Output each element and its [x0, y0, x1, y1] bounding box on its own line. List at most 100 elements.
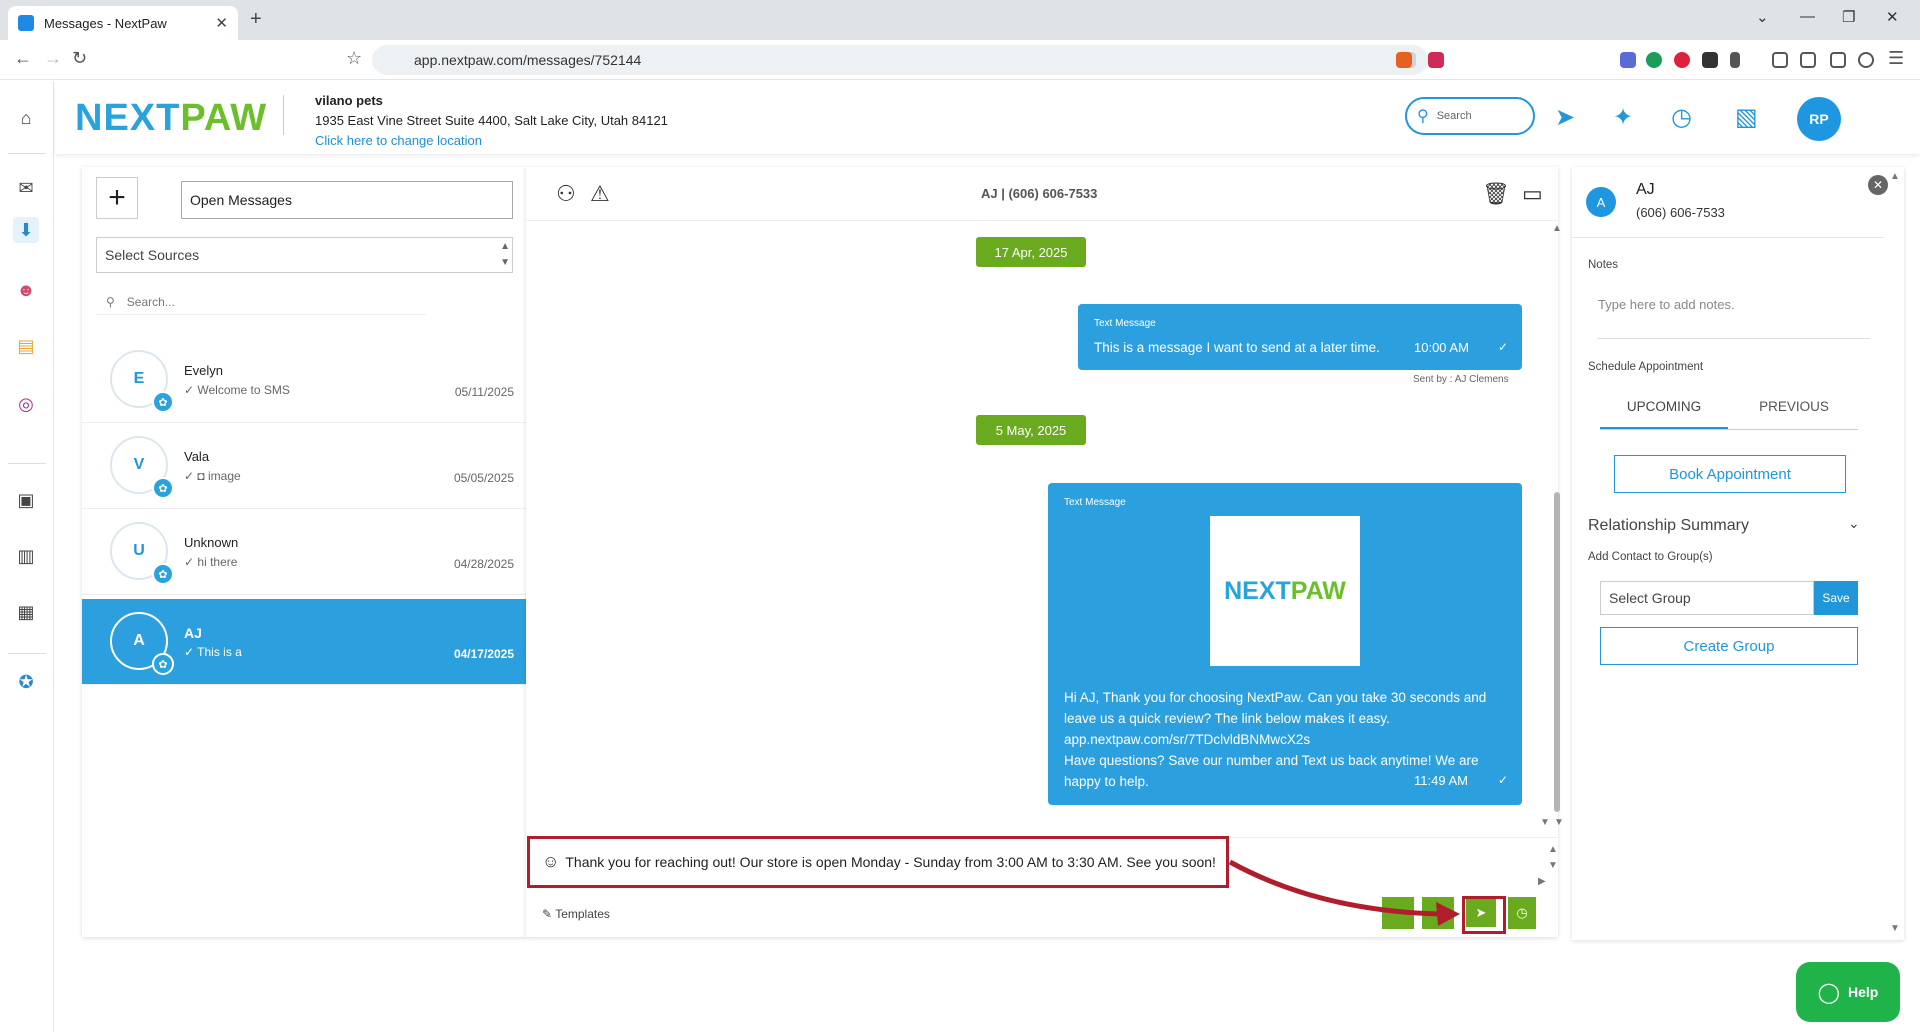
assign-user-icon[interactable]: ⚇	[556, 181, 576, 207]
new-tab-icon[interactable]: +	[250, 8, 262, 31]
book-appointment-button[interactable]: Book Appointment	[1614, 455, 1846, 493]
new-message-button[interactable]: +	[96, 177, 138, 219]
wallet-icon[interactable]	[1830, 52, 1846, 68]
message-bubble[interactable]: Text Message NEXT PAW Hi AJ, Thank you fo…	[1048, 483, 1522, 805]
clock-icon[interactable]: ◷	[1671, 103, 1692, 132]
message-bubble[interactable]: Text Message This is a message I want to…	[1078, 304, 1522, 370]
home-icon[interactable]: ⌂	[13, 105, 39, 131]
campaigns-icon[interactable]: ◎	[13, 391, 39, 417]
scroll-down-icon[interactable]: ▼	[1540, 817, 1550, 828]
calendar-icon[interactable]: ▤	[13, 333, 39, 359]
minimize-icon[interactable]: —	[1800, 8, 1815, 25]
reload-icon[interactable]: ↻	[72, 48, 87, 69]
tab-search-icon[interactable]: ⌄	[1756, 8, 1769, 26]
send-icon[interactable]: ➤	[1555, 103, 1575, 132]
attach-button[interactable]	[1382, 897, 1414, 929]
conversation-item[interactable]: U ✿ Unknown ✓ hi there 04/28/2025	[82, 509, 526, 595]
conversation-search-placeholder: Search...	[126, 294, 175, 309]
vpn-icon[interactable]	[1858, 52, 1874, 68]
contact-card-icon[interactable]: ▭	[1522, 181, 1543, 207]
chevron-down-icon[interactable]: ⌄	[1848, 515, 1860, 532]
conversation-item[interactable]: E ✿ Evelyn ✓ Welcome to SMS 05/11/2025	[82, 337, 526, 423]
updown-arrows-icon: ▲ ▼	[500, 241, 510, 268]
templates-button[interactable]: ✎ Templates	[542, 907, 610, 921]
relationship-summary-toggle[interactable]: Relationship Summary	[1588, 517, 1749, 535]
composer-scroll-up-icon[interactable]: ▲	[1548, 844, 1558, 855]
notes-input[interactable]: Type here to add notes.	[1598, 297, 1870, 339]
change-location-link[interactable]: Click here to change location	[315, 133, 482, 148]
menu-icon[interactable]: ☰	[1888, 48, 1904, 69]
brave-rewards-icon[interactable]	[1428, 52, 1444, 68]
extension-icon-s[interactable]	[1702, 52, 1718, 68]
conversation-item[interactable]: V ✿ Vala ✓ ◘ image 05/05/2025	[82, 423, 526, 509]
nextpaw-logo[interactable]: NEXTPAW	[75, 97, 267, 140]
delete-icon[interactable]: 🗑	[1482, 181, 1510, 207]
tab-upcoming[interactable]: UPCOMING	[1600, 399, 1728, 429]
save-group-button[interactable]: Save	[1814, 581, 1858, 615]
message-image[interactable]: NEXT PAW	[1210, 516, 1360, 666]
restore-icon[interactable]: ❐	[1842, 8, 1855, 26]
scroll-up-icon[interactable]: ▲	[1552, 223, 1562, 234]
logo-paw-text: PAW	[180, 97, 268, 139]
warning-icon[interactable]: ⚠	[590, 181, 610, 207]
reports-icon[interactable]: ▥	[13, 543, 39, 569]
close-tab-icon[interactable]: ✕	[215, 14, 228, 32]
browser-tab[interactable]: Messages - NextPaw ✕	[8, 6, 238, 40]
grammarly-icon[interactable]	[1646, 52, 1662, 68]
chat-bubble-icon: ◯	[1817, 981, 1841, 1004]
payments-icon[interactable]: ▣	[13, 487, 39, 513]
user-avatar[interactable]: RP	[1797, 97, 1841, 141]
back-icon[interactable]: ←	[14, 48, 32, 69]
extensions-puzzle-icon[interactable]	[1772, 52, 1788, 68]
conversation-date: 05/11/2025	[454, 385, 514, 399]
messages-icon[interactable]: ✉	[13, 175, 39, 201]
conversation-item-active[interactable]: A ✿ AJ ✓ This is a 04/17/2025	[82, 599, 526, 685]
message-time: 10:00 AM	[1414, 340, 1469, 355]
conversation-search-input[interactable]: ⚲ Search...	[96, 289, 426, 315]
schedule-send-button[interactable]: ◷	[1508, 897, 1536, 929]
inbox-download-icon[interactable]: ⬇	[13, 217, 39, 243]
search-icon: ⚲	[106, 294, 115, 309]
rewards-icon[interactable]: ✪	[13, 669, 39, 695]
create-group-button[interactable]: Create Group	[1600, 627, 1858, 665]
header-search-input[interactable]: ⚲ Search	[1405, 97, 1535, 135]
group-select[interactable]: Select Group	[1600, 581, 1814, 615]
conversation-name: Evelyn	[184, 363, 224, 378]
media-button[interactable]	[1422, 897, 1454, 929]
extension-icon-red[interactable]	[1674, 52, 1690, 68]
tab-underline	[1600, 429, 1858, 430]
contacts-icon[interactable]: ☻	[13, 277, 39, 303]
chat-header: ⚇ ⚠ AJ | (606) 606-7533 🗑 ▭	[526, 167, 1558, 221]
bookmark-icon[interactable]: ☆	[346, 48, 362, 69]
panel-scroll-down-icon[interactable]: ▼	[1890, 923, 1900, 934]
forward-icon[interactable]: →	[44, 48, 62, 69]
composer-scroll-down-icon[interactable]: ▼	[1548, 860, 1558, 871]
close-window-icon[interactable]: ✕	[1886, 8, 1899, 26]
location-address: 1935 East Vine Street Suite 4400, Salt L…	[315, 113, 668, 128]
eyedropper-icon[interactable]	[1730, 52, 1740, 68]
close-icon[interactable]: ✕	[1868, 175, 1888, 195]
store-icon[interactable]: ✦	[1613, 103, 1633, 132]
scroll-down-icon[interactable]: ▼	[1554, 817, 1564, 828]
extension-icon[interactable]	[1620, 52, 1636, 68]
billing-icon[interactable]: ▧	[1735, 103, 1758, 132]
composer-scroll-right-icon[interactable]: ▶	[1538, 876, 1546, 887]
help-button[interactable]: ◯ Help	[1796, 962, 1900, 1022]
header-divider	[283, 95, 284, 135]
tab-previous[interactable]: PREVIOUS	[1730, 399, 1858, 429]
conversation-preview: ✓ hi there	[184, 555, 238, 569]
team-icon[interactable]: ▦	[13, 599, 39, 625]
rail-divider	[8, 463, 46, 464]
chat-scrollbar-thumb[interactable]	[1554, 492, 1560, 812]
chat-title: AJ | (606) 606-7533	[981, 186, 1098, 201]
conversation-preview: ✓ This is a	[184, 645, 242, 659]
sidebar-icon[interactable]	[1800, 52, 1816, 68]
message-filter-select[interactable]: Open Messages	[181, 181, 513, 219]
panel-scroll-up-icon[interactable]: ▲	[1890, 171, 1900, 182]
url-field[interactable]: app.nextpaw.com/messages/752144	[372, 45, 1428, 75]
message-link[interactable]: app.nextpaw.com/sr/7TDclvldBNMwcX2s	[1064, 729, 1310, 750]
sources-select[interactable]: Select Sources ▲ ▼	[96, 237, 513, 273]
brave-shield-icon[interactable]	[1396, 52, 1412, 68]
panel-divider	[1572, 237, 1884, 238]
contact-avatar: A	[1586, 187, 1616, 217]
